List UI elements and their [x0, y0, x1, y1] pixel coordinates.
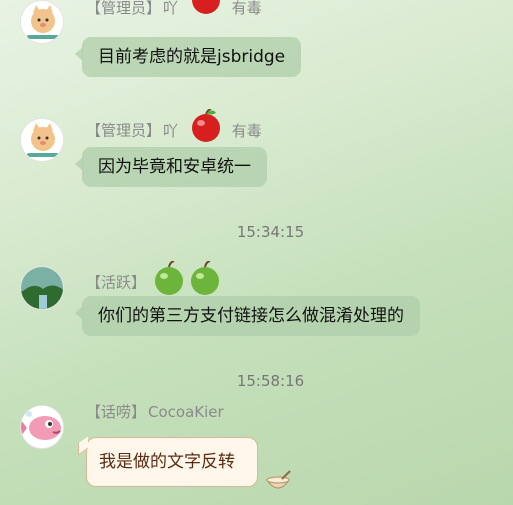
red-apple-icon [189, 109, 223, 143]
message-text: 你们的第三方支付链接怎么做混淆处理的 [98, 306, 404, 326]
timestamp: 15:58:16 [236, 372, 305, 390]
green-apple-icon [151, 261, 187, 297]
role-tag: 【管理员】 [86, 121, 162, 140]
timestamp: 15:34:15 [236, 223, 305, 241]
member-title: 有毒 [231, 121, 262, 140]
member-title: 有毒 [231, 0, 262, 17]
role-tag: 【管理员】 [86, 0, 162, 17]
sender-meta: 【活跃】 [86, 261, 223, 295]
message-bubble[interactable]: 我是做的文字反转 [78, 436, 258, 487]
role-tag: 【话唠】 [86, 403, 147, 421]
message-text: 目前考虑的就是jsbridge [98, 47, 286, 67]
chat-history: 【管理员】吖 有毒 目前考虑的就是jsbridge 【管理员】 吖 有毒 因为毕… [0, 0, 513, 505]
message-bubble[interactable]: 因为毕竟和安卓统一 [75, 147, 267, 187]
sender-name[interactable]: 吖 [163, 0, 178, 17]
message-text: 我是做的文字反转 [99, 452, 235, 472]
bubble-tail [75, 306, 83, 320]
green-apple-icon [187, 261, 223, 297]
red-apple-icon [189, 0, 223, 14]
sender-meta: 【管理员】吖 有毒 [86, 0, 262, 20]
message-bubble[interactable]: 你们的第三方支付链接怎么做混淆处理的 [75, 296, 420, 336]
bubble-tail [78, 436, 88, 456]
fish-avatar-icon[interactable] [20, 405, 64, 449]
landscape-avatar-icon[interactable] [20, 266, 64, 310]
cat-avatar-icon[interactable] [20, 0, 64, 44]
bubble-tail [75, 47, 83, 61]
role-tag: 【活跃】 [86, 273, 147, 292]
bowl-icon [264, 470, 292, 492]
sender-meta: 【话唠】 CocoaKier [86, 400, 224, 424]
bubble-tail [75, 157, 83, 171]
message-bubble[interactable]: 目前考虑的就是jsbridge [75, 37, 302, 77]
message-text: 因为毕竟和安卓统一 [98, 157, 251, 177]
cat-avatar-icon[interactable] [20, 118, 64, 162]
sender-name[interactable]: 吖 [163, 122, 178, 140]
sender-meta: 【管理员】吖 有毒 [86, 109, 262, 142]
sender-name[interactable]: CocoaKier [148, 403, 224, 421]
